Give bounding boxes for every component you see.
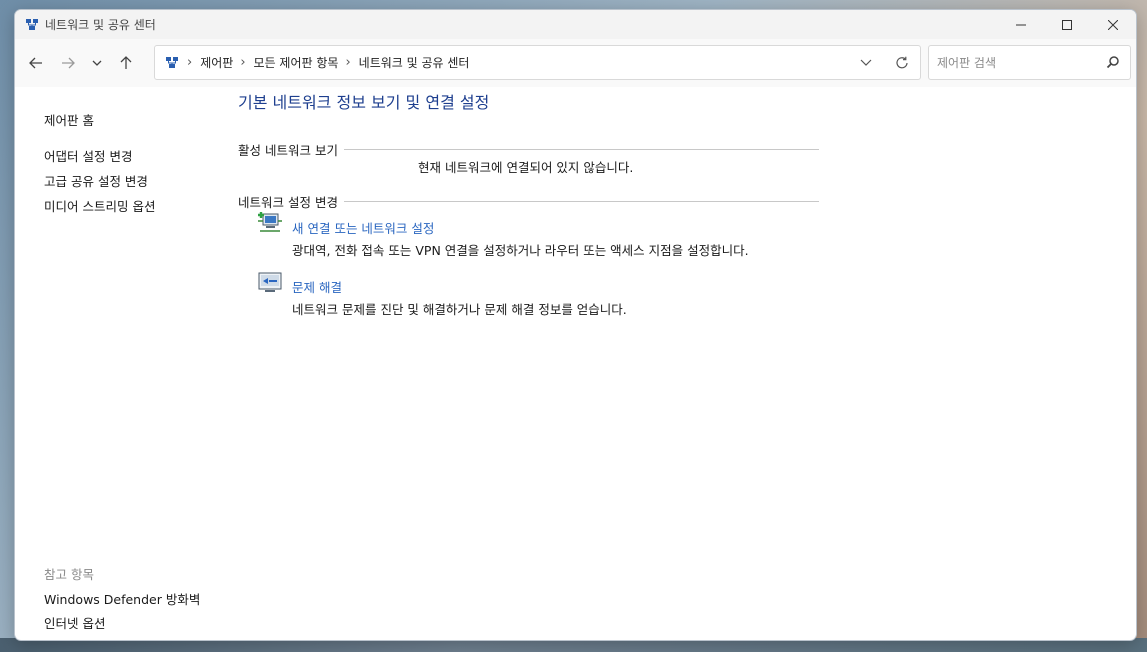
minimize-button[interactable]	[998, 10, 1044, 39]
breadcrumb-separator-icon[interactable]: ›	[187, 55, 192, 70]
troubleshoot-icon[interactable]	[257, 269, 283, 295]
section-divider	[343, 149, 819, 150]
up-button[interactable]	[110, 47, 142, 79]
refresh-button[interactable]	[884, 46, 920, 79]
address-bar-actions	[848, 46, 920, 79]
search-input[interactable]	[937, 55, 1097, 70]
forward-button[interactable]	[52, 47, 84, 79]
sidebar-link-media-streaming[interactable]: 미디어 스트리밍 옵션	[44, 196, 155, 215]
breadcrumb-control-panel[interactable]: 제어판	[200, 54, 233, 71]
forward-arrow-icon	[62, 57, 75, 69]
see-also-link-firewall[interactable]: Windows Defender 방화벽	[44, 589, 200, 608]
content-area: 제어판 홈 어댑터 설정 변경 고급 공유 설정 변경 미디어 스트리밍 옵션 …	[15, 87, 1136, 640]
network-center-icon	[164, 55, 180, 71]
address-bar[interactable]: › 제어판 › 모든 제어판 항목 › 네트워크 및 공유 센터	[154, 45, 921, 80]
breadcrumb-all-items[interactable]: 모든 제어판 항목	[254, 54, 339, 71]
back-button[interactable]	[20, 47, 52, 79]
network-center-icon	[24, 17, 40, 33]
troubleshoot-description: 네트워크 문제를 진단 및 해결하거나 문제 해결 정보를 얻습니다.	[292, 302, 627, 317]
section-divider	[343, 201, 819, 202]
not-connected-status: 현재 네트워크에 연결되어 있지 않습니다.	[418, 160, 634, 175]
new-connection-link[interactable]: 새 연결 또는 네트워크 설정	[292, 218, 434, 237]
control-panel-home-link[interactable]: 제어판 홈	[44, 110, 94, 129]
title-bar: 네트워크 및 공유 센터	[15, 10, 1136, 39]
search-box[interactable]	[928, 45, 1131, 80]
breadcrumb-network-center[interactable]: 네트워크 및 공유 센터	[359, 54, 470, 71]
change-settings-section: 네트워크 설정 변경	[238, 192, 819, 211]
see-also-heading: 참고 항목	[44, 567, 94, 582]
maximize-button[interactable]	[1044, 10, 1090, 39]
close-icon	[1108, 19, 1118, 30]
change-settings-heading: 네트워크 설정 변경	[238, 195, 338, 210]
troubleshoot-link[interactable]: 문제 해결	[292, 277, 342, 296]
search-icon[interactable]	[1106, 55, 1120, 72]
back-arrow-icon	[29, 57, 42, 69]
minimize-icon	[1016, 24, 1026, 25]
close-button[interactable]	[1090, 10, 1136, 39]
page-title: 기본 네트워크 정보 보기 및 연결 설정	[238, 93, 490, 112]
up-arrow-icon	[120, 56, 132, 69]
sidebar-link-advanced-sharing[interactable]: 고급 공유 설정 변경	[44, 171, 148, 190]
chevron-down-icon	[92, 60, 102, 66]
sidebar: 제어판 홈 어댑터 설정 변경 고급 공유 설정 변경 미디어 스트리밍 옵션 …	[44, 87, 234, 640]
refresh-icon	[896, 56, 908, 68]
navigation-bar: › 제어판 › 모든 제어판 항목 › 네트워크 및 공유 센터	[15, 39, 1136, 87]
breadcrumb-separator-icon[interactable]: ›	[345, 55, 350, 70]
new-connection-description: 광대역, 전화 접속 또는 VPN 연결을 설정하거나 라우터 또는 액세스 지…	[292, 243, 749, 258]
address-history-button[interactable]	[848, 46, 884, 79]
active-networks-heading: 활성 네트워크 보기	[238, 143, 338, 158]
window-title: 네트워크 및 공유 센터	[45, 18, 156, 32]
window-controls	[998, 10, 1136, 39]
control-panel-window: 네트워크 및 공유 센터 › 제어판 › 모든 제어판 항목 › 네트워크 및 …	[14, 9, 1137, 641]
see-also-link-internet-options[interactable]: 인터넷 옵션	[44, 613, 105, 632]
main-panel: 기본 네트워크 정보 보기 및 연결 설정 활성 네트워크 보기 현재 네트워크…	[238, 87, 1118, 640]
maximize-icon	[1062, 19, 1072, 30]
chevron-down-icon	[860, 59, 872, 66]
new-connection-icon[interactable]	[257, 209, 283, 235]
recent-locations-button[interactable]	[84, 47, 110, 79]
breadcrumb-separator-icon[interactable]: ›	[240, 55, 245, 70]
sidebar-link-adapter-settings[interactable]: 어댑터 설정 변경	[44, 146, 132, 165]
